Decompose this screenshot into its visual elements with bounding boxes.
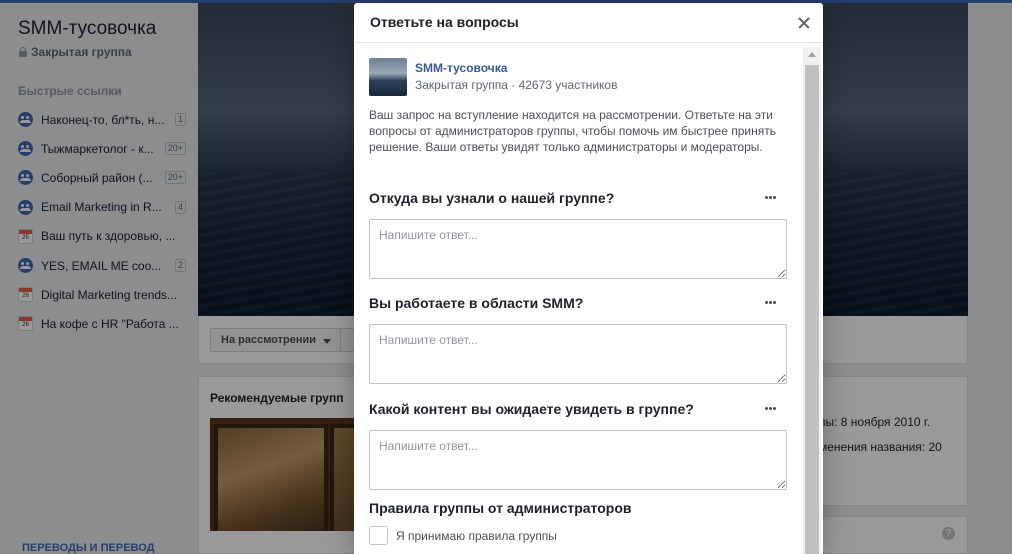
dialog-group-name[interactable]: SMM-тусовочка: [415, 61, 507, 75]
membership-questions-dialog: Ответьте на вопросы SMM-тусовочка Закрыт…: [354, 3, 823, 554]
question-label-1: Откуда вы узнали о нашей группе?: [369, 190, 615, 206]
close-icon[interactable]: [794, 13, 814, 33]
accept-rules-row[interactable]: Я принимаю правила группы: [369, 526, 557, 545]
question-label-2: Вы работаете в области SMM?: [369, 295, 584, 311]
group-thumbnail: [369, 58, 407, 96]
dialog-header: Ответьте на вопросы: [354, 3, 823, 43]
more-options-icon[interactable]: [763, 299, 779, 305]
scroll-thumb[interactable]: [805, 65, 819, 554]
dialog-scrollbar[interactable]: [803, 47, 821, 554]
group-rules-title: Правила группы от администраторов: [369, 500, 632, 516]
question-label-3: Какой контент вы ожидаете увидеть в груп…: [369, 401, 694, 417]
dialog-intro-text: Ваш запрос на вступление находится на ра…: [369, 108, 776, 154]
accept-rules-label[interactable]: Я принимаю правила группы: [396, 529, 557, 543]
accept-rules-checkbox[interactable]: [369, 526, 388, 545]
more-options-icon[interactable]: [763, 194, 779, 200]
scroll-up-arrow-icon[interactable]: [808, 52, 816, 57]
answer-field-3[interactable]: [369, 430, 787, 490]
answer-field-1[interactable]: [369, 219, 787, 279]
dialog-group-meta: Закрытая группа · 42673 участников: [415, 78, 618, 92]
more-options-icon[interactable]: [763, 405, 779, 411]
dialog-title: Ответьте на вопросы: [370, 14, 519, 30]
answer-field-2[interactable]: [369, 324, 787, 384]
